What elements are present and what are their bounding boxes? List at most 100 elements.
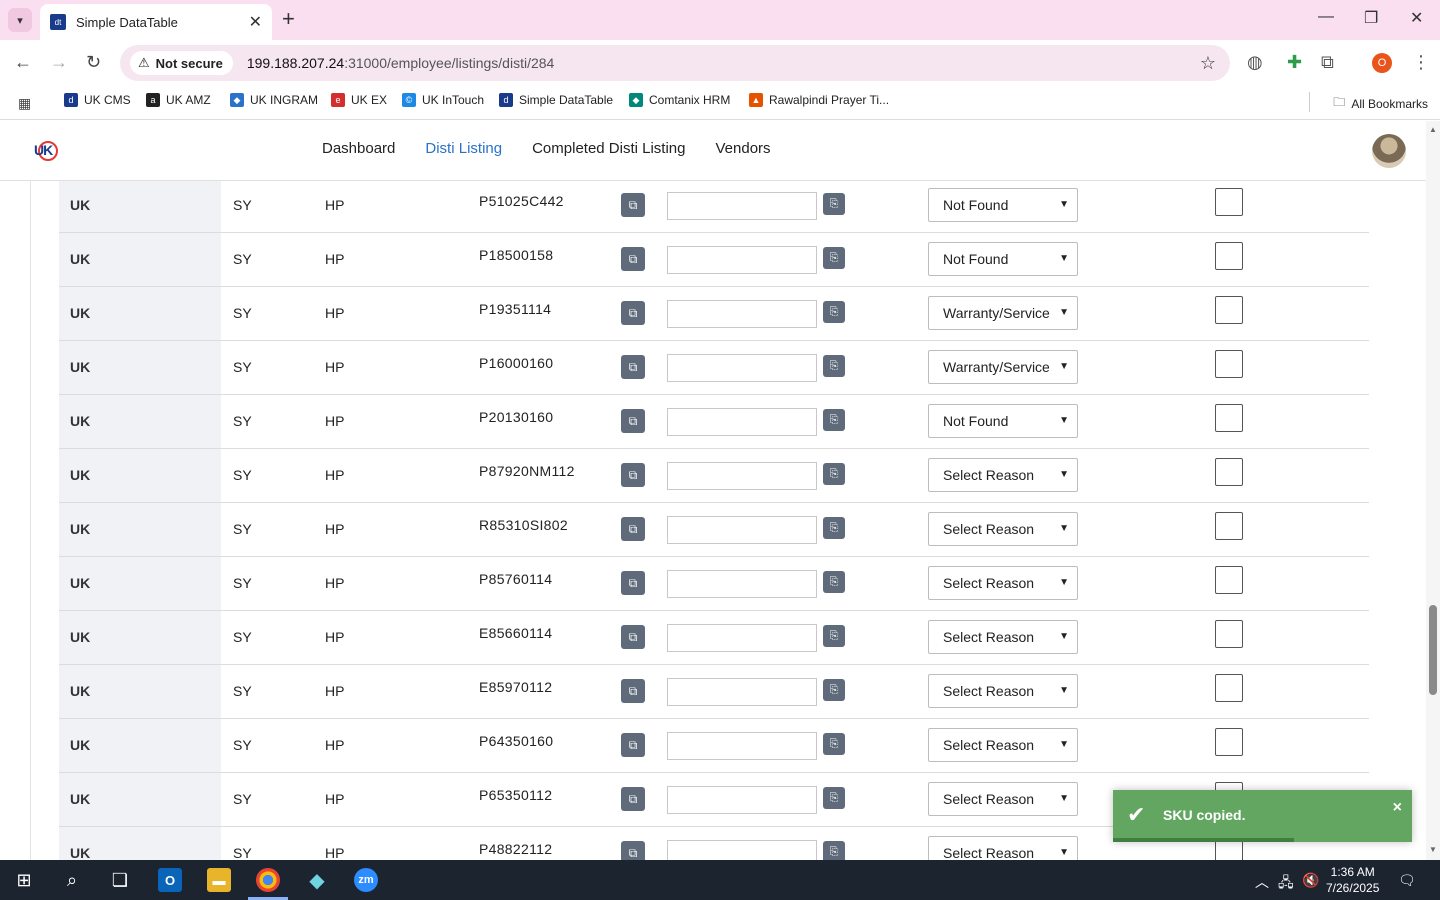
row-checkbox[interactable] <box>1215 566 1243 594</box>
mpn-input[interactable] <box>667 840 817 860</box>
paste-button[interactable]: ⎘ <box>823 841 845 860</box>
reason-select[interactable]: Select Reason ▼ <box>928 620 1078 654</box>
row-checkbox[interactable] <box>1215 296 1243 324</box>
mpn-input[interactable] <box>667 732 817 760</box>
row-checkbox[interactable] <box>1215 512 1243 540</box>
row-checkbox[interactable] <box>1215 242 1243 270</box>
reason-select[interactable]: Not Found ▼ <box>928 404 1078 438</box>
bookmark-item[interactable]: d UK CMS <box>64 93 131 107</box>
search-icon[interactable]: ⌕ <box>60 868 84 892</box>
paste-button[interactable]: ⎘ <box>823 355 845 377</box>
nav-link-vendors[interactable]: Vendors <box>716 140 771 157</box>
minimize-icon[interactable]: — <box>1318 8 1334 26</box>
forward-arrow-icon[interactable]: → <box>50 52 68 73</box>
copy-sku-button[interactable]: ⧉ <box>621 301 645 325</box>
bookmark-item[interactable]: ◆ Comtanix HRM <box>629 93 730 107</box>
paste-button[interactable]: ⎘ <box>823 301 845 323</box>
volume-muted-icon[interactable]: 🔇 <box>1302 872 1319 889</box>
reason-select[interactable]: Select Reason ▼ <box>928 512 1078 546</box>
windows-start-icon[interactable]: ⊞ <box>12 868 36 892</box>
nav-link-disti-listing[interactable]: Disti Listing <box>425 140 502 157</box>
row-checkbox[interactable] <box>1215 188 1243 216</box>
all-bookmarks-button[interactable]: 🗀 All Bookmarks <box>1333 93 1428 114</box>
user-avatar[interactable] <box>1372 134 1406 168</box>
notifications-icon[interactable]: 🗨 <box>1398 872 1416 889</box>
browser-tab-active[interactable]: dt Simple DataTable ✕ <box>40 4 272 40</box>
mpn-input[interactable] <box>667 192 817 220</box>
uk-logo[interactable]: UK <box>32 137 60 165</box>
scroll-down-icon[interactable]: ▼ <box>1429 845 1437 854</box>
nav-link-dashboard[interactable]: Dashboard <box>322 140 395 157</box>
mpn-input[interactable] <box>667 246 817 274</box>
row-checkbox[interactable] <box>1215 458 1243 486</box>
reason-select[interactable]: Not Found ▼ <box>928 188 1078 222</box>
paste-button[interactable]: ⎘ <box>823 733 845 755</box>
paste-button[interactable]: ⎘ <box>823 193 845 215</box>
app-diamond-icon[interactable]: ◆ <box>305 868 329 892</box>
paste-button[interactable]: ⎘ <box>823 247 845 269</box>
row-checkbox[interactable] <box>1215 350 1243 378</box>
nav-link-completed-disti-listing[interactable]: Completed Disti Listing <box>532 140 685 157</box>
mpn-input[interactable] <box>667 354 817 382</box>
paste-button[interactable]: ⎘ <box>823 409 845 431</box>
globe-extension-icon[interactable]: ◍ <box>1247 52 1263 73</box>
reason-select[interactable]: Warranty/Service ▼ <box>928 296 1078 330</box>
copy-sku-button[interactable]: ⧉ <box>621 355 645 379</box>
copy-sku-button[interactable]: ⧉ <box>621 463 645 487</box>
mpn-input[interactable] <box>667 300 817 328</box>
row-checkbox[interactable] <box>1215 674 1243 702</box>
row-checkbox[interactable] <box>1215 728 1243 756</box>
network-icon[interactable]: 🖧 <box>1278 872 1294 896</box>
profile-avatar[interactable]: O <box>1372 53 1392 73</box>
system-clock[interactable]: 1:36 AM 7/26/2025 <box>1326 864 1379 896</box>
tab-close-icon[interactable]: ✕ <box>249 12 262 32</box>
bookmark-item[interactable]: ▲ Rawalpindi Prayer Ti... <box>749 93 889 107</box>
url-text[interactable]: 199.188.207.24:31000/employee/listings/d… <box>247 55 554 71</box>
reason-select[interactable]: Select Reason ▼ <box>928 458 1078 492</box>
bookmark-item[interactable]: a UK AMZ <box>146 93 211 107</box>
paste-button[interactable]: ⎘ <box>823 625 845 647</box>
paste-button[interactable]: ⎘ <box>823 679 845 701</box>
file-explorer-icon[interactable]: ▬ <box>207 868 231 892</box>
window-close-icon[interactable]: ✕ <box>1410 8 1423 28</box>
bookmark-item[interactable]: e UK EX <box>331 93 387 107</box>
reason-select[interactable]: Warranty/Service ▼ <box>928 350 1078 384</box>
outlook-icon[interactable]: O <box>158 868 182 892</box>
reason-select[interactable]: Select Reason ▼ <box>928 836 1078 860</box>
green-extension-icon[interactable]: ✚ <box>1287 52 1302 73</box>
copy-sku-button[interactable]: ⧉ <box>621 247 645 271</box>
tab-search-chevron-icon[interactable]: ▾ <box>8 8 32 32</box>
security-badge[interactable]: ⚠ Not secure <box>130 51 233 75</box>
paste-button[interactable]: ⎘ <box>823 787 845 809</box>
copy-sku-button[interactable]: ⧉ <box>621 787 645 811</box>
back-arrow-icon[interactable]: ← <box>14 52 32 73</box>
bookmark-star-icon[interactable]: ☆ <box>1200 53 1216 74</box>
mpn-input[interactable] <box>667 570 817 598</box>
copy-sku-button[interactable]: ⧉ <box>621 679 645 703</box>
copy-sku-button[interactable]: ⧉ <box>621 625 645 649</box>
copy-sku-button[interactable]: ⧉ <box>621 409 645 433</box>
copy-sku-button[interactable]: ⧉ <box>621 193 645 217</box>
copy-sku-button[interactable]: ⧉ <box>621 841 645 860</box>
reason-select[interactable]: Select Reason ▼ <box>928 674 1078 708</box>
apps-grid-icon[interactable]: ▦ <box>18 95 31 112</box>
reload-icon[interactable]: ↻ <box>86 52 101 73</box>
mpn-input[interactable] <box>667 678 817 706</box>
toast-close-icon[interactable]: × <box>1393 799 1402 817</box>
puzzle-extensions-icon[interactable]: ⧉ <box>1321 52 1334 73</box>
reason-select[interactable]: Select Reason ▼ <box>928 566 1078 600</box>
mpn-input[interactable] <box>667 786 817 814</box>
task-view-icon[interactable]: ❏ <box>108 868 132 892</box>
scrollbar-thumb[interactable] <box>1429 605 1437 695</box>
zoom-icon[interactable]: zm <box>354 868 378 892</box>
mpn-input[interactable] <box>667 408 817 436</box>
bookmark-item[interactable]: © UK InTouch <box>402 93 484 107</box>
reason-select[interactable]: Select Reason ▼ <box>928 728 1078 762</box>
copy-sku-button[interactable]: ⧉ <box>621 571 645 595</box>
new-tab-button[interactable]: + <box>282 8 295 30</box>
mpn-input[interactable] <box>667 624 817 652</box>
paste-button[interactable]: ⎘ <box>823 571 845 593</box>
mpn-input[interactable] <box>667 516 817 544</box>
row-checkbox[interactable] <box>1215 620 1243 648</box>
reason-select[interactable]: Select Reason ▼ <box>928 782 1078 816</box>
